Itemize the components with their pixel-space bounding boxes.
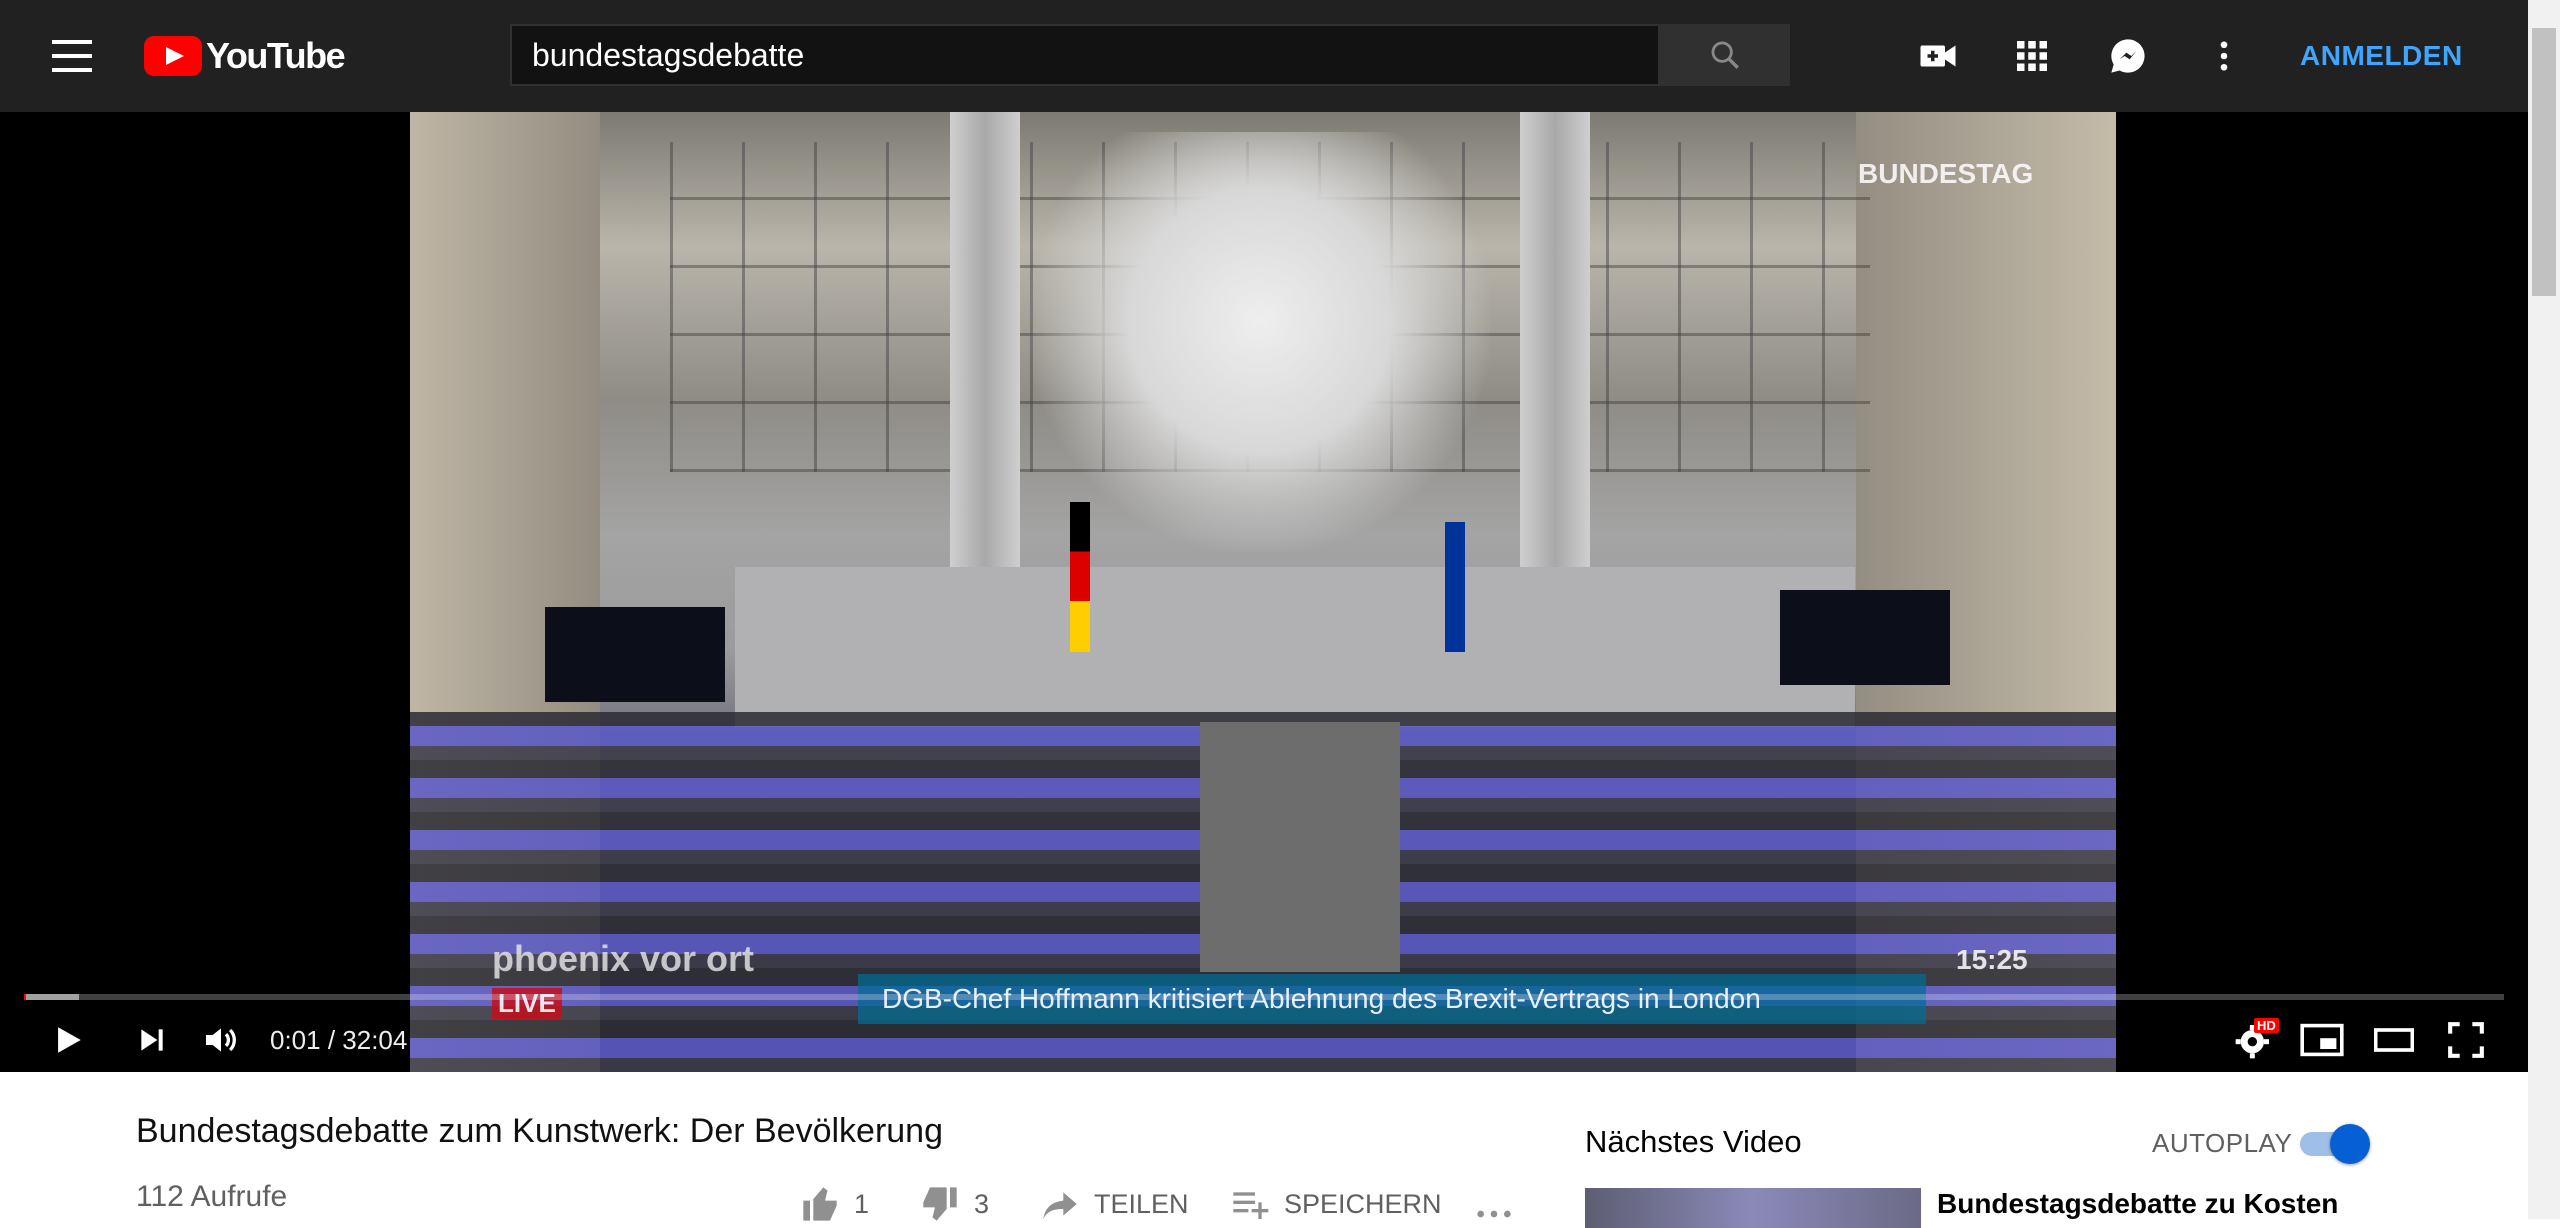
video-scene	[1200, 722, 1400, 972]
progress-loaded	[24, 994, 79, 1000]
search-input[interactable]	[512, 35, 1634, 75]
dislike-button[interactable]: 3	[920, 1182, 989, 1226]
more-horiz-icon	[1477, 1210, 1511, 1218]
playlist-add-icon	[1233, 1192, 1269, 1219]
broadcast-brand: phoenix vor ort	[492, 938, 755, 979]
thumbs-up-icon	[803, 1187, 837, 1221]
more-vert-icon	[2220, 41, 2228, 71]
play-button[interactable]	[46, 1010, 90, 1070]
time-display: 0:01 / 32:04	[270, 1025, 408, 1055]
menu-icon[interactable]	[52, 40, 92, 72]
progress-bar[interactable]	[24, 994, 2504, 1000]
video-scene	[1520, 112, 1590, 592]
settings-button[interactable]: HD	[2228, 1010, 2280, 1070]
theater-mode-icon	[2374, 1028, 2414, 1052]
next-video-title[interactable]: Bundestagsdebatte zu Kosten	[1937, 1188, 2338, 1220]
play-logo-icon	[144, 36, 202, 76]
search-box	[510, 24, 1660, 86]
broadcast-watermark: BUNDESTAG	[1858, 158, 2034, 189]
volume-icon	[206, 1028, 236, 1052]
scrollbar-thumb[interactable]	[2532, 28, 2556, 296]
settings-more-button[interactable]	[2200, 32, 2248, 80]
like-button[interactable]: 1	[800, 1182, 869, 1226]
toggle-knob	[2330, 1124, 2370, 1164]
broadcast-clock: 15:25	[1956, 944, 2028, 975]
video-camera-plus-icon	[1920, 45, 1956, 67]
mute-button[interactable]	[196, 1010, 246, 1070]
video-scene	[545, 607, 725, 702]
save-button[interactable]: SPEICHERN	[1230, 1182, 1442, 1226]
dislike-count: 3	[974, 1188, 990, 1219]
save-label: SPEICHERN	[1284, 1188, 1442, 1219]
next-button[interactable]	[130, 1010, 174, 1070]
share-label: TEILEN	[1094, 1188, 1189, 1219]
signin-button[interactable]: ANMELDEN	[2300, 30, 2463, 82]
play-icon	[58, 1027, 81, 1053]
up-next-heading: Nächstes Video	[1585, 1124, 1802, 1159]
logo-text: YouTube	[206, 35, 346, 76]
page-scrollbar[interactable]	[2528, 0, 2560, 1219]
theater-mode-button[interactable]	[2368, 1010, 2420, 1070]
hd-badge: HD	[2254, 1018, 2279, 1033]
miniplayer-icon	[2300, 1023, 2344, 1057]
masthead: YouTube ANMELDEN	[0, 0, 2528, 112]
progress-played	[24, 994, 27, 1000]
video-scene	[1030, 132, 1490, 552]
youtube-logo[interactable]: YouTube	[144, 34, 346, 78]
video-scene	[1445, 522, 1465, 652]
autoplay-toggle[interactable]	[2300, 1124, 2370, 1164]
video-scene	[1780, 590, 1950, 685]
view-count: 112 Aufrufe	[136, 1180, 288, 1213]
video-frame[interactable]: BUNDESTAG phoenix vor ort LIVE DGB-Chef …	[410, 112, 2116, 1072]
more-actions-button[interactable]	[1474, 1182, 1514, 1226]
create-video-button[interactable]	[1914, 32, 1962, 80]
video-player[interactable]: BUNDESTAG phoenix vor ort LIVE DGB-Chef …	[0, 112, 2528, 1072]
apps-button[interactable]	[2008, 32, 2056, 80]
fullscreen-button[interactable]	[2440, 1010, 2492, 1070]
search-icon	[1711, 41, 1739, 69]
video-scene	[950, 112, 1020, 592]
skip-next-icon	[141, 1029, 163, 1051]
miniplayer-button[interactable]	[2296, 1010, 2348, 1070]
share-icon	[1043, 1192, 1077, 1219]
chat-icon	[2111, 39, 2145, 73]
apps-grid-icon	[2017, 41, 2047, 71]
autoplay-label: AUTOPLAY	[2152, 1128, 2293, 1158]
video-title: Bundestagsdebatte zum Kunstwerk: Der Bev…	[136, 1112, 944, 1150]
share-button[interactable]: TEILEN	[1040, 1182, 1189, 1226]
next-video-thumbnail[interactable]	[1585, 1188, 1921, 1228]
fullscreen-icon	[2448, 1022, 2484, 1058]
like-count: 1	[854, 1188, 870, 1219]
messages-button[interactable]	[2104, 32, 2152, 80]
video-scene	[1070, 502, 1090, 652]
live-badge: LIVE	[492, 988, 562, 1019]
video-scene	[735, 567, 1855, 727]
search-button[interactable]	[1660, 24, 1790, 86]
thumbs-down-icon	[923, 1187, 957, 1221]
